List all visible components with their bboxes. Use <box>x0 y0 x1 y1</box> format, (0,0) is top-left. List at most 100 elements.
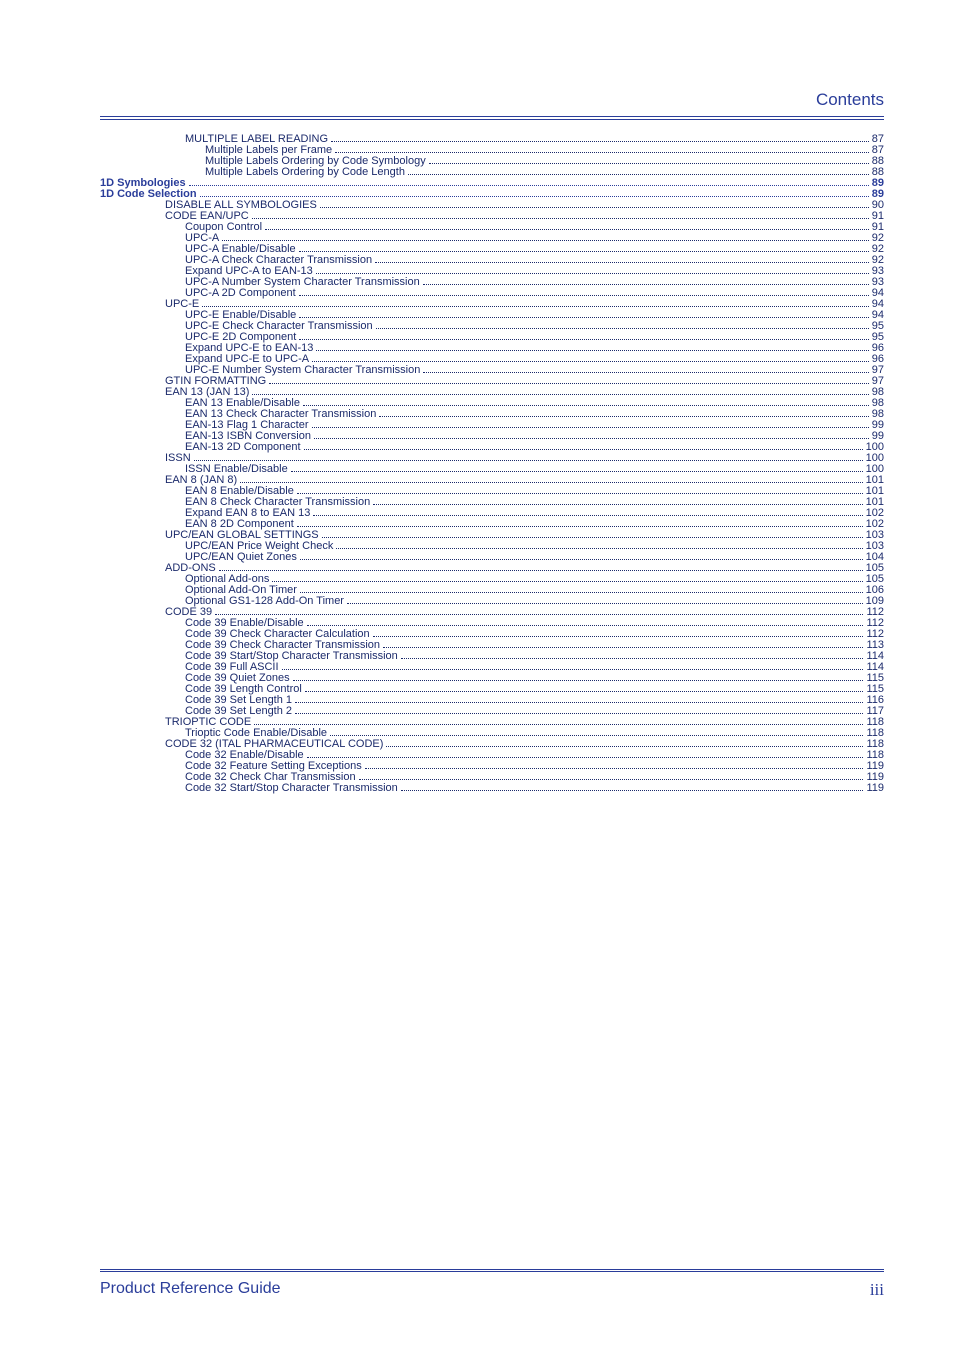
toc-entry[interactable]: Code 32 Start/Stop Character Transmissio… <box>100 783 884 794</box>
toc-entry-page: 88 <box>872 156 884 167</box>
toc-entry[interactable]: Code 39 Quiet Zones115 <box>100 673 884 684</box>
toc-entry[interactable]: UPC-A Number System Character Transmissi… <box>100 277 884 288</box>
toc-entry[interactable]: Code 39 Check Character Transmission113 <box>100 640 884 651</box>
toc-entry-label: UPC-E 2D Component <box>185 332 296 343</box>
toc-entry[interactable]: Code 39 Start/Stop Character Transmissio… <box>100 651 884 662</box>
toc-entry-page: 101 <box>866 475 884 486</box>
header-rule-outer <box>100 116 884 117</box>
toc-entry[interactable]: DISABLE ALL SYMBOLOGIES90 <box>100 200 884 211</box>
toc-entry-label: Code 32 Check Char Transmission <box>185 772 356 783</box>
toc-leader-dots <box>423 366 868 372</box>
toc-entry-label: TRIOPTIC CODE <box>165 717 251 728</box>
toc-entry[interactable]: Code 39 Length Control115 <box>100 684 884 695</box>
toc-entry[interactable]: ADD-ONS105 <box>100 563 884 574</box>
toc-leader-dots <box>219 564 863 570</box>
toc-entry[interactable]: UPC-E Enable/Disable94 <box>100 310 884 321</box>
toc-entry[interactable]: EAN 8 2D Component102 <box>100 519 884 530</box>
toc-leader-dots <box>282 663 864 669</box>
table-of-contents: MULTIPLE LABEL READING87Multiple Labels … <box>100 134 884 1269</box>
toc-entry[interactable]: Code 39 Full ASCII114 <box>100 662 884 673</box>
toc-entry-page: 112 <box>866 607 884 618</box>
toc-entry[interactable]: 1D Symbologies89 <box>100 178 884 189</box>
toc-entry-page: 98 <box>872 409 884 420</box>
toc-entry[interactable]: UPC-A92 <box>100 233 884 244</box>
toc-entry-label: Optional Add-ons <box>185 574 269 585</box>
toc-entry[interactable]: UPC/EAN Quiet Zones104 <box>100 552 884 563</box>
toc-entry[interactable]: Multiple Labels Ordering by Code Length8… <box>100 167 884 178</box>
toc-entry[interactable]: CODE 32 (ITAL PHARMACEUTICAL CODE)118 <box>100 739 884 750</box>
toc-entry[interactable]: Code 32 Enable/Disable118 <box>100 750 884 761</box>
toc-entry[interactable]: UPC-A 2D Component94 <box>100 288 884 299</box>
toc-leader-dots <box>299 311 868 317</box>
toc-entry[interactable]: EAN 13 Check Character Transmission98 <box>100 409 884 420</box>
toc-entry-page: 116 <box>866 695 884 706</box>
toc-leader-dots <box>314 432 869 438</box>
toc-entry[interactable]: Optional Add-On Timer106 <box>100 585 884 596</box>
toc-entry-label: UPC-A 2D Component <box>185 288 296 299</box>
toc-entry[interactable]: Multiple Labels Ordering by Code Symbolo… <box>100 156 884 167</box>
toc-entry[interactable]: Expand EAN 8 to EAN 13102 <box>100 508 884 519</box>
toc-entry-page: 117 <box>866 706 884 717</box>
toc-entry[interactable]: Code 39 Set Length 1116 <box>100 695 884 706</box>
toc-entry-page: 96 <box>872 343 884 354</box>
footer-page-number: iii <box>870 1280 884 1300</box>
toc-entry[interactable]: UPC-A Check Character Transmission92 <box>100 255 884 266</box>
toc-entry[interactable]: 1D Code Selection89 <box>100 189 884 200</box>
toc-entry-label: GTIN FORMATTING <box>165 376 266 387</box>
toc-entry[interactable]: UPC/EAN GLOBAL SETTINGS103 <box>100 530 884 541</box>
toc-entry-page: 102 <box>866 519 884 530</box>
toc-entry[interactable]: Code 32 Feature Setting Exceptions119 <box>100 761 884 772</box>
page-header: Contents <box>100 90 884 120</box>
toc-entry[interactable]: EAN 13 (JAN 13)98 <box>100 387 884 398</box>
toc-entry[interactable]: EAN-13 ISBN Conversion99 <box>100 431 884 442</box>
toc-leader-dots <box>300 586 863 592</box>
toc-leader-dots <box>304 443 863 449</box>
toc-entry[interactable]: EAN 8 Enable/Disable101 <box>100 486 884 497</box>
toc-entry-label: Expand EAN 8 to EAN 13 <box>185 508 310 519</box>
toc-entry[interactable]: ISSN Enable/Disable100 <box>100 464 884 475</box>
toc-entry[interactable]: Code 39 Check Character Calculation112 <box>100 629 884 640</box>
toc-entry[interactable]: TRIOPTIC CODE118 <box>100 717 884 728</box>
toc-entry[interactable]: Trioptic Code Enable/Disable118 <box>100 728 884 739</box>
toc-entry[interactable]: ISSN100 <box>100 453 884 464</box>
toc-entry[interactable]: UPC/EAN Price Weight Check103 <box>100 541 884 552</box>
toc-entry[interactable]: Coupon Control91 <box>100 222 884 233</box>
toc-leader-dots <box>336 542 862 548</box>
toc-leader-dots <box>252 388 868 394</box>
toc-entry[interactable]: UPC-E Check Character Transmission95 <box>100 321 884 332</box>
toc-entry[interactable]: Expand UPC-A to EAN-1393 <box>100 266 884 277</box>
toc-entry[interactable]: CODE 39 112 <box>100 607 884 618</box>
toc-entry[interactable]: Optional GS1-128 Add-On Timer109 <box>100 596 884 607</box>
toc-leader-dots <box>347 597 863 603</box>
toc-entry[interactable]: GTIN FORMATTING97 <box>100 376 884 387</box>
toc-entry-label: CODE 39 <box>165 607 212 618</box>
toc-entry-label: Coupon Control <box>185 222 262 233</box>
toc-entry[interactable]: EAN 13 Enable/Disable98 <box>100 398 884 409</box>
toc-entry-page: 87 <box>872 134 884 145</box>
toc-leader-dots <box>322 531 863 537</box>
toc-leader-dots <box>359 773 864 779</box>
toc-entry[interactable]: UPC-E Number System Character Transmissi… <box>100 365 884 376</box>
toc-entry[interactable]: UPC-E 2D Component95 <box>100 332 884 343</box>
toc-entry-page: 93 <box>872 277 884 288</box>
toc-entry[interactable]: CODE EAN/UPC91 <box>100 211 884 222</box>
toc-entry-label: UPC-E Number System Character Transmissi… <box>185 365 420 376</box>
toc-entry[interactable]: EAN-13 Flag 1 Character99 <box>100 420 884 431</box>
toc-entry[interactable]: UPC-A Enable/Disable92 <box>100 244 884 255</box>
toc-entry[interactable]: EAN-13 2D Component100 <box>100 442 884 453</box>
toc-entry[interactable]: Expand UPC-E to EAN-1396 <box>100 343 884 354</box>
toc-entry[interactable]: UPC-E94 <box>100 299 884 310</box>
toc-entry-page: 112 <box>866 618 884 629</box>
toc-entry[interactable]: Expand UPC-E to UPC-A96 <box>100 354 884 365</box>
toc-entry[interactable]: EAN 8 (JAN 8)101 <box>100 475 884 486</box>
toc-entry-label: Code 32 Feature Setting Exceptions <box>185 761 362 772</box>
toc-entry[interactable]: EAN 8 Check Character Transmission101 <box>100 497 884 508</box>
toc-entry[interactable]: Code 39 Set Length 2117 <box>100 706 884 717</box>
toc-entry[interactable]: MULTIPLE LABEL READING87 <box>100 134 884 145</box>
toc-entry[interactable]: Code 39 Enable/Disable112 <box>100 618 884 629</box>
toc-entry[interactable]: Code 32 Check Char Transmission119 <box>100 772 884 783</box>
toc-entry[interactable]: Multiple Labels per Frame87 <box>100 145 884 156</box>
toc-leader-dots <box>408 168 869 174</box>
toc-entry[interactable]: Optional Add-ons105 <box>100 574 884 585</box>
toc-leader-dots <box>376 322 869 328</box>
